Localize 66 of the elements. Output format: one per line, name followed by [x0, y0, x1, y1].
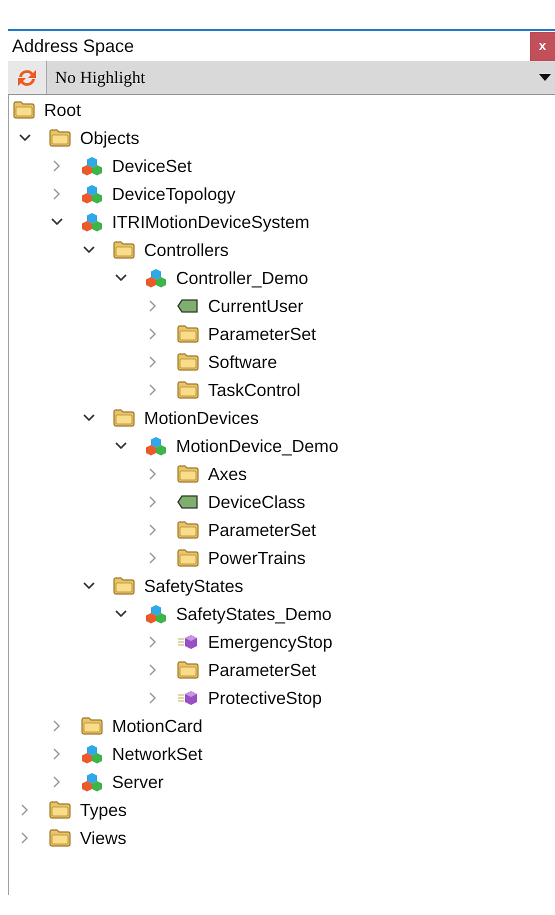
tree-item-label[interactable]: DeviceTopology [112, 180, 236, 208]
tree-item-label[interactable]: TaskControl [208, 376, 300, 404]
tree-item-label[interactable]: SafetyStates_Demo [176, 600, 332, 628]
folder-icon [113, 241, 135, 259]
folder-icon [177, 465, 199, 483]
tree-item-label[interactable]: DeviceClass [208, 488, 306, 516]
cubes-icon [145, 268, 167, 288]
method-icon [177, 689, 199, 707]
tree-item-label[interactable]: SafetyStates [144, 572, 244, 600]
tree-item-label[interactable]: PowerTrains [208, 544, 306, 572]
tree-item-label[interactable]: ParameterSet [208, 516, 316, 544]
tree-item-label[interactable]: ParameterSet [208, 656, 316, 684]
folder-icon [177, 661, 199, 679]
collapse-chevron-icon[interactable] [115, 608, 127, 620]
cubes-icon [81, 156, 103, 176]
panel-title: Address Space [12, 34, 134, 58]
tree-item-label[interactable]: Controller_Demo [176, 264, 308, 292]
tree-item-label[interactable]: Objects [80, 124, 140, 152]
tree-item-label[interactable]: Views [80, 824, 126, 852]
folder-icon [177, 381, 199, 399]
collapse-chevron-icon[interactable] [115, 272, 127, 284]
tree-item-label[interactable]: Server [112, 768, 164, 796]
folder-icon [113, 409, 135, 427]
cubes-icon [81, 184, 103, 204]
cubes-icon [81, 212, 103, 232]
folder-icon [177, 353, 199, 371]
highlight-dropdown[interactable]: No Highlight [46, 61, 555, 94]
cubes-icon [145, 604, 167, 624]
collapse-chevron-icon[interactable] [83, 412, 95, 424]
tree-item-label[interactable]: ProtectiveStop [208, 684, 322, 712]
tree-item-label[interactable]: ParameterSet [208, 320, 316, 348]
tree-item-label[interactable]: Software [208, 348, 278, 376]
tree-item-label[interactable]: CurrentUser [208, 292, 304, 320]
collapse-chevron-icon[interactable] [51, 216, 63, 228]
tree-item-label[interactable]: EmergencyStop [208, 628, 333, 656]
dropdown-arrow-icon [539, 74, 551, 82]
collapse-chevron-icon[interactable] [19, 132, 31, 144]
close-button[interactable]: x [530, 32, 555, 60]
tree-item-label[interactable]: MotionDevice_Demo [176, 432, 338, 460]
tree-item-label[interactable]: MotionCard [112, 712, 202, 740]
folder-icon [81, 717, 103, 735]
folder-icon [177, 325, 199, 343]
tree-item-label[interactable]: Root [44, 96, 81, 124]
tree-item-label[interactable]: Controllers [144, 236, 229, 264]
method-icon [177, 633, 199, 651]
collapse-chevron-icon[interactable] [83, 244, 95, 256]
tag-icon [177, 299, 199, 313]
tree-item-label[interactable]: NetworkSet [112, 740, 202, 768]
tag-icon [177, 495, 199, 509]
folder-icon [49, 829, 71, 847]
collapse-chevron-icon[interactable] [83, 580, 95, 592]
tree-item-label[interactable]: DeviceSet [112, 152, 192, 180]
folder-icon [113, 577, 135, 595]
folder-icon [13, 101, 35, 119]
cubes-icon [81, 772, 103, 792]
folder-icon [177, 521, 199, 539]
folder-icon [49, 129, 71, 147]
cubes-icon [81, 744, 103, 764]
cubes-icon [145, 436, 167, 456]
tree-item-label[interactable]: MotionDevices [144, 404, 259, 432]
tree-item-label[interactable]: ITRIMotionDeviceSystem [112, 208, 310, 236]
folder-icon [177, 549, 199, 567]
tree-item-label[interactable]: Axes [208, 460, 247, 488]
tree-item-label[interactable]: Types [80, 796, 127, 824]
collapse-chevron-icon[interactable] [115, 440, 127, 452]
folder-icon [49, 801, 71, 819]
